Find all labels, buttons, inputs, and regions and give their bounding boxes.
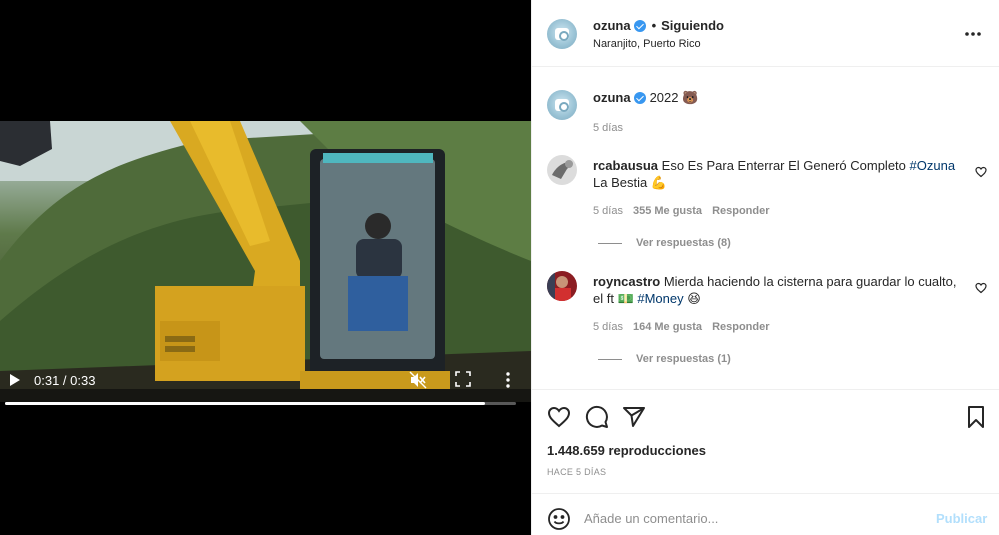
publish-button[interactable]: Publicar <box>936 511 987 526</box>
media-panel: 0:31 / 0:33 <box>0 0 531 535</box>
video-player[interactable] <box>0 121 531 402</box>
comment-text: rcabausua Eso Es Para Enterrar El Generó… <box>593 157 963 191</box>
view-replies-button[interactable]: Ver respuestas (8) <box>598 237 731 249</box>
comment-text-after: 😆 <box>683 291 701 306</box>
separator-dot: • <box>651 18 657 33</box>
share-send-icon[interactable] <box>622 405 646 429</box>
comment-hashtag[interactable]: #Ozuna <box>910 158 956 173</box>
add-comment-bar: Publicar <box>532 493 999 535</box>
following-button[interactable]: Siguiendo <box>661 18 724 33</box>
view-count[interactable]: 1.448.659 reproducciones <box>547 443 706 458</box>
save-bookmark-icon[interactable] <box>964 405 988 429</box>
emoji-smiley-icon[interactable] <box>547 507 571 531</box>
more-options-icon[interactable] <box>964 26 982 38</box>
post-username[interactable]: ozuna <box>593 18 631 33</box>
video-more-icon[interactable] <box>500 371 516 389</box>
view-replies-label: Ver respuestas (1) <box>636 353 731 365</box>
comment-meta: 5 días 355 Me gusta Responder <box>593 205 780 217</box>
caption-line: ozuna 2022 🐻 <box>593 90 698 106</box>
comment-meta: 5 días 164 Me gusta Responder <box>593 321 780 333</box>
avatar[interactable] <box>547 19 577 49</box>
comment-text: royncastro Mierda haciendo la cisterna p… <box>593 273 963 307</box>
video-controls: 0:31 / 0:33 <box>0 364 531 398</box>
reply-button[interactable]: Responder <box>712 321 769 333</box>
comment-time[interactable]: 5 días <box>593 321 623 333</box>
caption-text: 2022 🐻 <box>649 90 699 105</box>
verified-badge-icon <box>633 20 646 32</box>
caption-username[interactable]: ozuna <box>593 90 631 105</box>
post-location[interactable]: Naranjito, Puerto Rico <box>593 38 701 50</box>
reply-button[interactable]: Responder <box>712 205 769 217</box>
fullscreen-icon[interactable] <box>455 371 471 387</box>
comment-hashtag[interactable]: #Money <box>637 291 683 306</box>
video-progress-fill <box>5 402 486 405</box>
comment-likes[interactable]: 164 Me gusta <box>633 321 702 333</box>
verified-badge-icon <box>633 92 646 104</box>
replies-divider <box>598 242 622 244</box>
avatar[interactable] <box>547 90 577 120</box>
post-date[interactable]: HACE 5 DÍAS <box>547 467 606 477</box>
like-comment-heart-icon[interactable] <box>975 281 987 294</box>
view-replies-button[interactable]: Ver respuestas (1) <box>598 353 731 365</box>
post-panel: ozuna • Siguiendo Naranjito, Puerto Rico o… <box>531 0 999 535</box>
comment-bubble-icon[interactable] <box>585 405 609 429</box>
video-frame-illustration <box>0 121 531 402</box>
video-time: 0:31 / 0:33 <box>34 373 96 388</box>
comment-text-after: La Bestia 💪 <box>593 175 668 190</box>
replies-divider <box>598 358 622 360</box>
play-icon[interactable] <box>6 371 24 389</box>
like-heart-icon[interactable] <box>547 405 571 429</box>
avatar[interactable] <box>547 271 577 301</box>
comment-likes[interactable]: 355 Me gusta <box>633 205 702 217</box>
post-header: ozuna • Siguiendo Naranjito, Puerto Rico <box>532 0 999 67</box>
video-progress-bar[interactable] <box>5 402 516 405</box>
like-comment-heart-icon[interactable] <box>975 165 987 178</box>
comment-input[interactable] <box>584 505 914 531</box>
post-actions: 1.448.659 reproducciones HACE 5 DÍAS Pub… <box>532 389 999 535</box>
header-user-line: ozuna • Siguiendo <box>593 18 724 33</box>
comment-username[interactable]: rcabausua <box>593 158 658 173</box>
avatar[interactable] <box>547 155 577 185</box>
view-replies-label: Ver respuestas (8) <box>636 237 731 249</box>
comment-text-before: Eso Es Para Enterrar El Generó Completo <box>661 158 910 173</box>
comment-username[interactable]: royncastro <box>593 274 660 289</box>
mute-icon[interactable] <box>409 371 427 389</box>
caption-time[interactable]: 5 días <box>593 122 623 134</box>
comment-time[interactable]: 5 días <box>593 205 623 217</box>
